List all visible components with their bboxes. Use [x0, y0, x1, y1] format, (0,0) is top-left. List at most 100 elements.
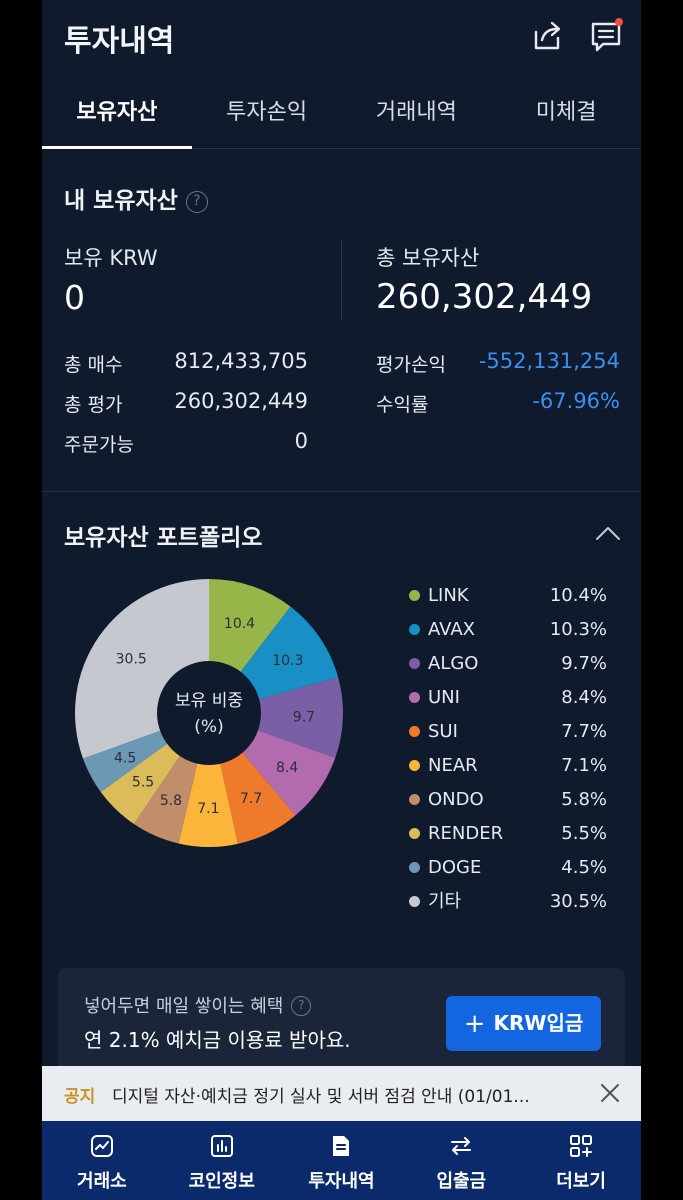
help-icon[interactable]: ? [185, 191, 208, 213]
notice-banner[interactable]: 공지 디지털 자산·예치금 정기 실사 및 서버 점검 안내 (01/01... [42, 1066, 641, 1121]
legend-item-AVAX: AVAX 10.3% [407, 616, 607, 650]
legend-value: 4.5% [561, 857, 607, 878]
eval-pl-label: 평가손익 [376, 354, 446, 376]
promo-subtitle-text: 넣어두면 매일 쌓이는 혜택 [84, 996, 284, 1017]
legend-name: ALGO [428, 653, 479, 674]
donut-center-unit: (%) [194, 717, 223, 737]
close-icon[interactable] [599, 1082, 621, 1104]
krw-deposit-label: KRW입금 [493, 1011, 584, 1035]
nav-coin-info-label: 코인정보 [188, 1171, 255, 1192]
orderable-label: 주문가능 [64, 434, 134, 456]
legend-value: 8.4% [561, 687, 607, 708]
krw-label: 보유 KRW [64, 246, 158, 270]
legend-value: 9.7% [561, 653, 607, 674]
pie-label-NEAR: 7.1 [197, 801, 219, 817]
legend-name: RENDER [428, 823, 504, 844]
legend-swatch [409, 794, 420, 805]
app-screen: 투자내역 보유자산 투자손익 거래내역 미체결 내 보유자산? 보유 KRW 0… [42, 0, 641, 1200]
legend-name: SUI [428, 721, 458, 742]
nav-more[interactable]: 더보기 [521, 1121, 641, 1200]
nav-deposit-withdraw-label: 입출금 [436, 1171, 487, 1192]
transfer-icon [451, 1137, 472, 1155]
return-rate-label: 수익률 [376, 394, 429, 416]
total-buy-value: 812,433,705 [174, 349, 308, 373]
notice-text[interactable]: 디지털 자산·예치금 정기 실사 및 서버 점검 안내 (01/01... [112, 1082, 530, 1107]
pie-label-RENDER: 5.5 [132, 774, 154, 790]
nav-coin-info[interactable]: 코인정보 [162, 1121, 282, 1200]
legend-swatch [409, 726, 420, 737]
legend-swatch [409, 760, 420, 771]
legend-name: UNI [428, 687, 460, 708]
legend-value: 10.3% [549, 619, 607, 640]
notice-tag: 공지 [64, 1087, 96, 1107]
legend-item-RENDER: RENDER 5.5% [407, 820, 607, 854]
pie-label-LINK: 10.4 [224, 616, 255, 632]
bar-chart-icon [210, 1135, 233, 1157]
legend-value: 7.7% [561, 721, 607, 742]
tab-bar: 보유자산 투자손익 거래내역 미체결 [42, 85, 641, 149]
legend-item-UNI: UNI 8.4% [407, 684, 607, 718]
help-icon[interactable]: ? [291, 996, 312, 1016]
legend-swatch [409, 862, 420, 873]
legend-swatch [409, 624, 420, 635]
deposit-promo-card: 넣어두면 매일 쌓이는 혜택? 연 2.1% 예치금 이용료 받아요. + KRW… [58, 968, 625, 1078]
nav-exchange-label: 거래소 [77, 1171, 127, 1192]
total-assets-label: 총 보유자산 [376, 246, 480, 270]
legend-name: LINK [428, 585, 469, 606]
legend-item-ONDO: ONDO 5.8% [407, 786, 607, 820]
return-rate-value: -67.96% [532, 389, 620, 413]
legend-name: 기타 [428, 891, 462, 912]
pie-label-AVAX: 10.3 [272, 653, 303, 669]
document-icon [333, 1136, 350, 1156]
tab-trade-history[interactable]: 거래내역 [342, 85, 492, 148]
legend-name: DOGE [428, 857, 482, 878]
bottom-navigation: 거래소 코인정보 투자내역 입출금 더보기 [42, 1121, 641, 1200]
nav-deposit-withdraw[interactable]: 입출금 [401, 1121, 521, 1200]
holdings-section-title: 내 보유자산? [64, 181, 208, 215]
nav-exchange[interactable]: 거래소 [42, 1121, 162, 1200]
pie-label-SUI: 7.7 [240, 791, 262, 807]
header: 투자내역 [42, 0, 641, 75]
legend-swatch [409, 896, 420, 907]
chart-icon [90, 1135, 113, 1157]
tab-open-orders[interactable]: 미체결 [491, 85, 641, 148]
nav-more-label: 더보기 [556, 1171, 606, 1192]
legend-item-ALGO: ALGO 9.7% [407, 650, 607, 684]
nav-investment-history[interactable]: 투자내역 [282, 1121, 402, 1200]
notice-board-icon[interactable] [589, 18, 625, 54]
legend-value: 5.8% [561, 789, 607, 810]
pie-label-DOGE: 4.5 [114, 751, 136, 767]
legend-item-SUI: SUI 7.7% [407, 718, 607, 752]
tab-holdings[interactable]: 보유자산 [42, 85, 192, 149]
chevron-up-icon[interactable] [595, 524, 621, 544]
total-assets-value: 260,302,449 [376, 277, 593, 317]
legend-name: AVAX [428, 619, 475, 640]
krw-value: 0 [64, 278, 85, 317]
portfolio-legend: LINK 10.4% AVAX 10.3% ALGO 9.7% UNI 8.4% SUI 7.7%… [407, 582, 607, 922]
orderable-value: 0 [294, 429, 308, 453]
legend-name: NEAR [428, 755, 478, 776]
grid-plus-icon [570, 1135, 593, 1157]
legend-value: 7.1% [561, 755, 607, 776]
legend-value: 30.5% [549, 891, 607, 912]
legend-item-NEAR: NEAR 7.1% [407, 752, 607, 786]
legend-swatch [409, 590, 420, 601]
legend-item-DOGE: DOGE 4.5% [407, 854, 607, 888]
total-buy-label: 총 매수 [64, 354, 123, 376]
eval-pl-value: -552,131,254 [478, 349, 620, 373]
legend-swatch [409, 658, 420, 669]
share-icon[interactable] [530, 18, 566, 54]
tab-profit-loss[interactable]: 투자손익 [192, 85, 342, 148]
page-title: 투자내역 [64, 24, 175, 59]
portfolio-donut-chart: 10.410.39.78.47.77.15.85.54.530.5 보유 비중 … [75, 579, 343, 847]
promo-subtitle: 넣어두면 매일 쌓이는 혜택? [84, 992, 312, 1018]
holdings-title-text: 내 보유자산 [64, 188, 178, 214]
legend-swatch [409, 828, 420, 839]
pie-label-기타: 30.5 [116, 651, 147, 667]
donut-hole [157, 661, 261, 765]
divider [341, 240, 342, 320]
pie-label-UNI: 8.4 [276, 760, 298, 776]
krw-deposit-button[interactable]: + KRW입금 [446, 996, 601, 1051]
legend-swatch [409, 692, 420, 703]
section-divider [42, 491, 641, 492]
